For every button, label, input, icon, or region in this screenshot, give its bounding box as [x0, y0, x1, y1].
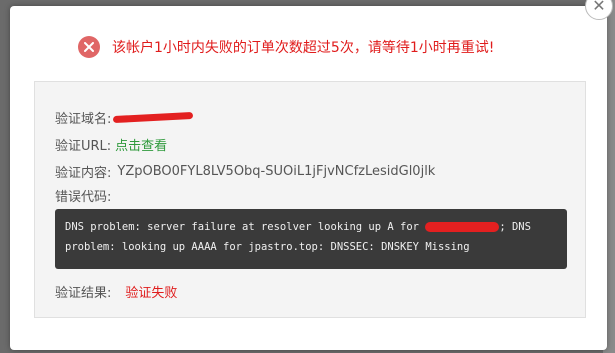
view-url-link[interactable]: 点击查看	[115, 135, 167, 154]
alert-message: 该帐户1小时内失败的订单次数超过5次，请等待1小时再重试!	[112, 40, 495, 56]
close-circle-icon	[78, 36, 100, 58]
result-value: 验证失败	[125, 286, 178, 301]
close-icon: ✕	[592, 0, 606, 15]
error-code-row: 错误代码:	[55, 186, 111, 205]
domain-label: 验证域名:	[55, 112, 112, 127]
result-row: 验证结果: 验证失败	[55, 282, 177, 301]
verification-panel: 验证域名: 验证URL: 点击查看 验证内容: YZpOBO0FYL8LV5Ob…	[34, 81, 586, 318]
url-row: 验证URL: 点击查看	[55, 135, 167, 154]
error-alert: 该帐户1小时内失败的订单次数超过5次，请等待1小时再重试!	[78, 36, 494, 58]
content-label: 验证内容:	[55, 166, 112, 181]
content-row: 验证内容: YZpOBO0FYL8LV5Obq-SUOiL1jFjvNCfzLe…	[55, 162, 435, 181]
error-code-line-1: DNS problem: server failure at resolver …	[65, 221, 531, 233]
error-dialog: ✕ 该帐户1小时内失败的订单次数超过5次，请等待1小时再重试! 验证域名: 验证…	[10, 0, 613, 350]
error-code-label: 错误代码:	[55, 190, 112, 205]
error-code-line-2: problem: looking up AAAA for jpastro.top…	[65, 241, 470, 253]
result-label: 验证结果:	[55, 286, 112, 301]
url-label: 验证URL:	[55, 139, 112, 154]
content-value: YZpOBO0FYL8LV5Obq-SUOiL1jFjvNCfzLesidGl0…	[117, 164, 436, 179]
redacted-domain	[113, 111, 194, 124]
error-code-block: DNS problem: server failure at resolver …	[55, 209, 567, 269]
domain-row: 验证域名:	[55, 108, 194, 127]
redacted-domain-code	[425, 222, 500, 232]
